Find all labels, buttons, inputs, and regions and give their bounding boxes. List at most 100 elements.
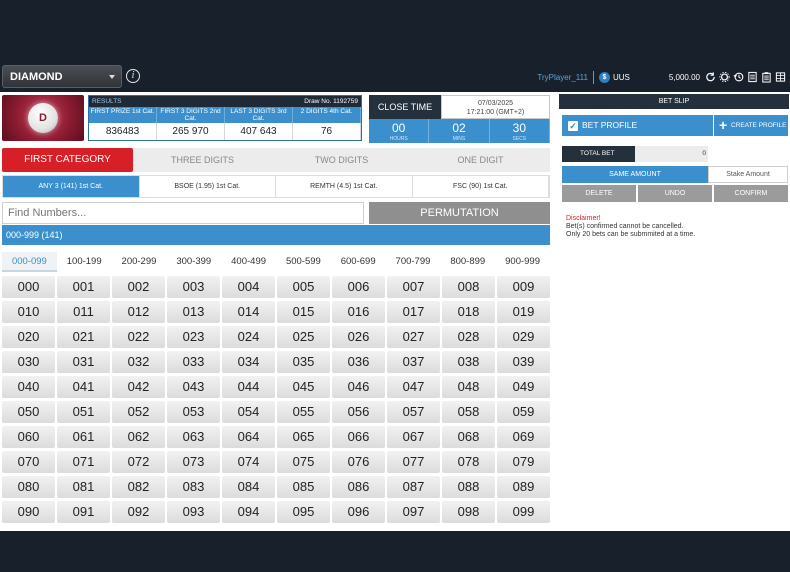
number-cell[interactable]: 084 bbox=[222, 476, 275, 498]
number-cell[interactable]: 094 bbox=[222, 501, 275, 523]
tab-fsc[interactable]: FSC (90) 1st Cat. bbox=[413, 176, 549, 197]
number-cell[interactable]: 076 bbox=[332, 451, 385, 473]
number-cell[interactable]: 071 bbox=[57, 451, 110, 473]
number-cell[interactable]: 045 bbox=[277, 376, 330, 398]
username-link[interactable]: TryPlayer_111 bbox=[537, 73, 588, 82]
number-cell[interactable]: 066 bbox=[332, 426, 385, 448]
number-cell[interactable]: 097 bbox=[387, 501, 440, 523]
delete-button[interactable]: DELETE bbox=[562, 185, 636, 202]
history-icon[interactable] bbox=[733, 71, 744, 83]
number-cell[interactable]: 090 bbox=[2, 501, 55, 523]
document-icon[interactable] bbox=[747, 71, 758, 83]
number-cell[interactable]: 074 bbox=[222, 451, 275, 473]
range-tab[interactable]: 600-699 bbox=[331, 252, 386, 272]
number-cell[interactable]: 017 bbox=[387, 301, 440, 323]
number-cell[interactable]: 013 bbox=[167, 301, 220, 323]
range-tab[interactable]: 900-999 bbox=[495, 252, 550, 272]
number-cell[interactable]: 002 bbox=[112, 276, 165, 298]
results-table-icon[interactable] bbox=[775, 71, 786, 83]
number-cell[interactable]: 032 bbox=[112, 351, 165, 373]
number-cell[interactable]: 051 bbox=[57, 401, 110, 423]
number-cell[interactable]: 081 bbox=[57, 476, 110, 498]
number-cell[interactable]: 082 bbox=[112, 476, 165, 498]
number-cell[interactable]: 025 bbox=[277, 326, 330, 348]
number-cell[interactable]: 050 bbox=[2, 401, 55, 423]
tab-first-category[interactable]: FIRST CATEGORY bbox=[2, 148, 133, 172]
number-cell[interactable]: 078 bbox=[442, 451, 495, 473]
range-tab[interactable]: 000-099 bbox=[2, 252, 57, 272]
number-cell[interactable]: 022 bbox=[112, 326, 165, 348]
number-cell[interactable]: 003 bbox=[167, 276, 220, 298]
bet-profile-button[interactable]: ✓ BET PROFILE bbox=[562, 115, 713, 136]
same-amount-button[interactable]: SAME AMOUNT bbox=[562, 166, 708, 183]
number-cell[interactable]: 001 bbox=[57, 276, 110, 298]
info-icon[interactable]: i bbox=[126, 69, 140, 83]
range-tab[interactable]: 400-499 bbox=[221, 252, 276, 272]
number-cell[interactable]: 052 bbox=[112, 401, 165, 423]
number-cell[interactable]: 020 bbox=[2, 326, 55, 348]
number-cell[interactable]: 091 bbox=[57, 501, 110, 523]
number-cell[interactable]: 069 bbox=[497, 426, 550, 448]
range-tab[interactable]: 200-299 bbox=[112, 252, 167, 272]
number-cell[interactable]: 058 bbox=[442, 401, 495, 423]
number-cell[interactable]: 064 bbox=[222, 426, 275, 448]
number-cell[interactable]: 044 bbox=[222, 376, 275, 398]
number-cell[interactable]: 080 bbox=[2, 476, 55, 498]
find-numbers-input[interactable] bbox=[2, 202, 364, 224]
checkbox-icon[interactable]: ✓ bbox=[568, 121, 578, 131]
number-cell[interactable]: 011 bbox=[57, 301, 110, 323]
number-cell[interactable]: 029 bbox=[497, 326, 550, 348]
range-tab[interactable]: 500-599 bbox=[276, 252, 331, 272]
number-cell[interactable]: 062 bbox=[112, 426, 165, 448]
number-cell[interactable]: 083 bbox=[167, 476, 220, 498]
number-cell[interactable]: 026 bbox=[332, 326, 385, 348]
number-cell[interactable]: 095 bbox=[277, 501, 330, 523]
number-cell[interactable]: 047 bbox=[387, 376, 440, 398]
stake-amount-button[interactable]: Stake Amount bbox=[708, 166, 788, 183]
number-cell[interactable]: 041 bbox=[57, 376, 110, 398]
game-select[interactable]: DIAMOND bbox=[2, 65, 122, 88]
confirm-button[interactable]: CONFIRM bbox=[714, 185, 788, 202]
number-cell[interactable]: 054 bbox=[222, 401, 275, 423]
gear-icon[interactable] bbox=[719, 71, 730, 83]
number-cell[interactable]: 000 bbox=[2, 276, 55, 298]
number-cell[interactable]: 059 bbox=[497, 401, 550, 423]
number-cell[interactable]: 028 bbox=[442, 326, 495, 348]
number-cell[interactable]: 031 bbox=[57, 351, 110, 373]
tab-three-digits[interactable]: THREE DIGITS bbox=[133, 148, 272, 172]
number-cell[interactable]: 053 bbox=[167, 401, 220, 423]
permutation-button[interactable]: PERMUTATION bbox=[369, 202, 550, 224]
number-cell[interactable]: 089 bbox=[497, 476, 550, 498]
number-cell[interactable]: 067 bbox=[387, 426, 440, 448]
number-cell[interactable]: 006 bbox=[332, 276, 385, 298]
number-cell[interactable]: 061 bbox=[57, 426, 110, 448]
number-cell[interactable]: 057 bbox=[387, 401, 440, 423]
number-cell[interactable]: 004 bbox=[222, 276, 275, 298]
number-cell[interactable]: 049 bbox=[497, 376, 550, 398]
number-cell[interactable]: 048 bbox=[442, 376, 495, 398]
number-cell[interactable]: 018 bbox=[442, 301, 495, 323]
number-cell[interactable]: 099 bbox=[497, 501, 550, 523]
number-cell[interactable]: 040 bbox=[2, 376, 55, 398]
number-cell[interactable]: 098 bbox=[442, 501, 495, 523]
number-cell[interactable]: 023 bbox=[167, 326, 220, 348]
create-profile-button[interactable]: + CREATE PROFILE bbox=[714, 115, 788, 136]
tab-remth[interactable]: REMTH (4.5) 1st Cat. bbox=[276, 176, 413, 197]
number-cell[interactable]: 005 bbox=[277, 276, 330, 298]
number-cell[interactable]: 073 bbox=[167, 451, 220, 473]
number-cell[interactable]: 012 bbox=[112, 301, 165, 323]
number-cell[interactable]: 035 bbox=[277, 351, 330, 373]
clipboard-icon[interactable] bbox=[761, 71, 772, 83]
number-cell[interactable]: 015 bbox=[277, 301, 330, 323]
number-cell[interactable]: 027 bbox=[387, 326, 440, 348]
number-cell[interactable]: 086 bbox=[332, 476, 385, 498]
number-cell[interactable]: 042 bbox=[112, 376, 165, 398]
number-cell[interactable]: 087 bbox=[387, 476, 440, 498]
tab-bsoe[interactable]: BSOE (1.95) 1st Cat. bbox=[140, 176, 276, 197]
number-cell[interactable]: 016 bbox=[332, 301, 385, 323]
tab-one-digit[interactable]: ONE DIGIT bbox=[411, 148, 550, 172]
undo-button[interactable]: UNDO bbox=[638, 185, 712, 202]
number-cell[interactable]: 056 bbox=[332, 401, 385, 423]
tab-two-digits[interactable]: TWO DIGITS bbox=[272, 148, 411, 172]
number-cell[interactable]: 046 bbox=[332, 376, 385, 398]
